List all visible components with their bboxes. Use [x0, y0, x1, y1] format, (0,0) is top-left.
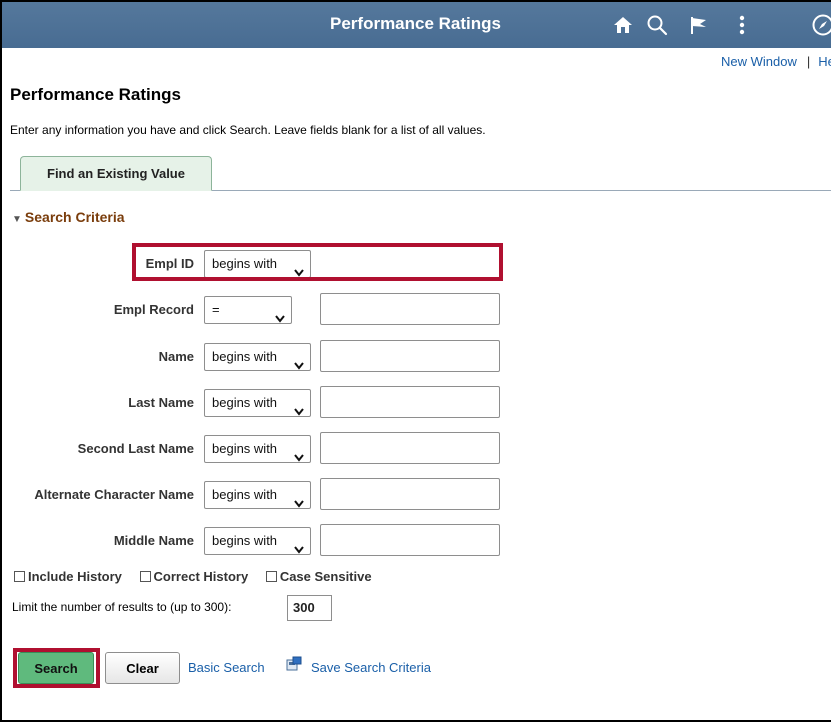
banner-title: Performance Ratings [330, 14, 501, 33]
operator-select[interactable]: begins with [204, 435, 311, 463]
field-label: Name [158, 349, 194, 364]
chevron-down-icon [294, 537, 304, 563]
empl-record-input[interactable] [320, 293, 500, 325]
checkbox[interactable] [265, 571, 277, 582]
operator-select[interactable]: begins with [204, 389, 311, 417]
empl-id-highlight-box [132, 243, 503, 281]
field-row-second-last-name: Second Last Name begins with [2, 432, 522, 464]
name-input[interactable] [320, 340, 500, 372]
field-row-alternate-character-name: Alternate Character Name begins with [2, 478, 522, 510]
second-last-name-input[interactable] [320, 432, 500, 464]
save-criteria-icon[interactable] [286, 656, 302, 675]
new-window-link[interactable]: New Window [721, 54, 797, 69]
field-row-empl-record: Empl Record = [2, 293, 522, 325]
field-row-name: Name begins with [2, 340, 522, 372]
last-name-input[interactable] [320, 386, 500, 418]
field-label: Alternate Character Name [34, 487, 194, 502]
chevron-down-icon [294, 399, 304, 425]
search-criteria-label: Search Criteria [24, 209, 125, 225]
limit-input[interactable]: 300 [287, 595, 332, 621]
alternate-character-name-input[interactable] [320, 478, 500, 510]
help-link[interactable]: Help [818, 54, 831, 69]
top-links: New Window | Help [721, 54, 831, 69]
tab-find-existing-value[interactable]: Find an Existing Value [20, 156, 212, 191]
operator-value: begins with [212, 349, 278, 364]
correct-history-option[interactable]: Correct History [139, 569, 249, 584]
case-sensitive-option[interactable]: Case Sensitive [265, 569, 372, 584]
search-icon[interactable] [644, 12, 670, 38]
page-title: Performance Ratings [10, 85, 181, 104]
operator-select[interactable]: begins with [204, 527, 311, 555]
checkbox[interactable] [14, 571, 25, 582]
middle-name-input[interactable] [320, 524, 500, 556]
app-banner: Performance Ratings [2, 2, 831, 48]
more-vertical-icon[interactable] [729, 12, 755, 38]
link-separator: | [806, 54, 811, 69]
operator-value: = [212, 302, 220, 317]
checkbox[interactable] [139, 571, 151, 582]
save-search-criteria-link[interactable]: Save Search Criteria [311, 660, 431, 675]
operator-select[interactable]: begins with [204, 343, 311, 371]
navbar-compass-icon[interactable] [810, 12, 831, 38]
include-history-option[interactable]: Include History [14, 569, 122, 584]
field-label: Last Name [128, 395, 194, 410]
option-label: Correct History [153, 569, 249, 584]
search-criteria-heading[interactable]: ▼ Search Criteria [12, 209, 125, 225]
operator-value: begins with [212, 395, 278, 410]
flag-icon[interactable] [686, 12, 712, 38]
option-label: Include History [28, 569, 122, 584]
limit-label: Limit the number of results to (up to 30… [12, 600, 232, 614]
basic-search-link[interactable]: Basic Search [188, 660, 265, 675]
field-row-last-name: Last Name begins with [2, 386, 522, 418]
collapse-triangle-icon: ▼ [12, 214, 22, 225]
instructions-text: Enter any information you have and click… [10, 123, 486, 137]
chevron-down-icon [294, 491, 304, 517]
chevron-down-icon [275, 306, 285, 332]
field-label: Middle Name [113, 533, 194, 548]
search-options: Include History Correct History Case Sen… [14, 569, 386, 584]
field-label: Second Last Name [77, 441, 194, 456]
field-row-middle-name: Middle Name begins with [2, 524, 522, 556]
chevron-down-icon [294, 353, 304, 379]
operator-value: begins with [212, 533, 278, 548]
field-label: Empl Record [113, 302, 194, 317]
page-frame: Performance Ratings New Window | Help Perf… [0, 0, 831, 722]
operator-value: begins with [212, 487, 278, 502]
search-highlight-box [13, 648, 100, 688]
operator-select[interactable]: begins with [204, 481, 311, 509]
home-icon[interactable] [610, 12, 636, 38]
chevron-down-icon [294, 445, 304, 471]
operator-value: begins with [212, 441, 278, 456]
option-label: Case Sensitive [279, 569, 372, 584]
clear-button[interactable]: Clear [105, 652, 180, 684]
operator-select[interactable]: = [204, 296, 292, 324]
